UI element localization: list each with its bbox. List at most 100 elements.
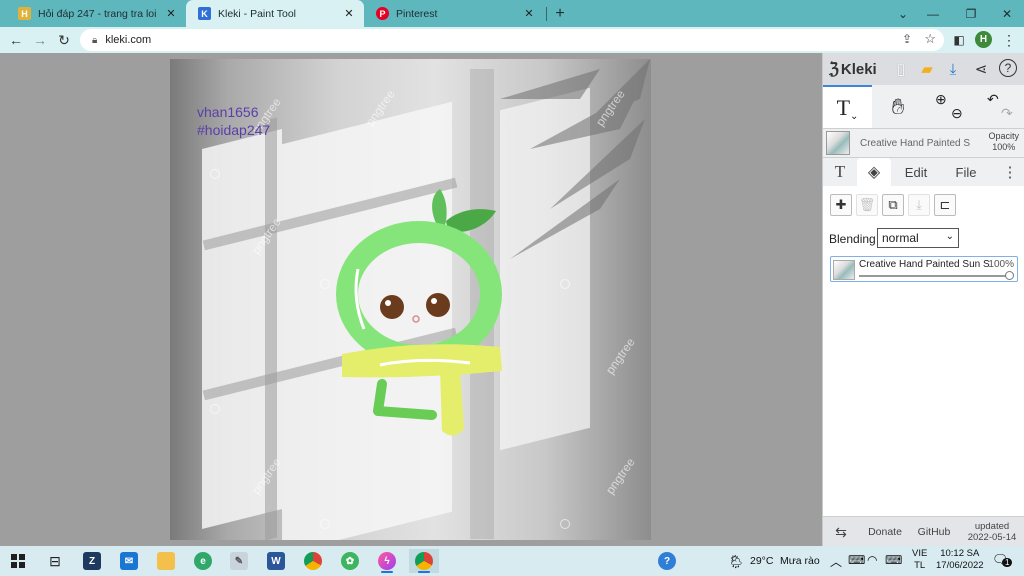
canvas-text-username: vhan1656	[197, 104, 259, 120]
watermark-mark	[210, 169, 220, 179]
layer-opacity-slider-handle[interactable]	[1005, 271, 1014, 280]
layer-item[interactable]: Creative Hand Painted Sun S 100%	[830, 256, 1018, 282]
github-link[interactable]: GitHub	[911, 517, 957, 547]
merge-layer-button[interactable]: ⤓	[908, 194, 930, 216]
drawing-canvas[interactable]: pngtree pngtree pngtree pngtree pngtree …	[170, 59, 651, 540]
duplicate-layer-button[interactable]: ⧉	[882, 194, 904, 216]
kleki-logo[interactable]: ℨ Kleki	[829, 59, 877, 79]
back-icon[interactable]: ←	[5, 30, 27, 50]
profile-avatar[interactable]: H	[975, 31, 992, 48]
chrome-app-icon[interactable]	[298, 549, 328, 573]
close-window-button[interactable]: ✕	[984, 0, 1024, 27]
chevron-up-icon[interactable]: ︿	[830, 553, 842, 570]
open-folder-icon[interactable]: ▰	[917, 59, 937, 79]
layer-name: Creative Hand Painted Sun S	[859, 259, 990, 270]
zoom-icons[interactable]: ⊕ ⊖	[927, 85, 973, 128]
history-icons[interactable]: ↶ ↷	[977, 85, 1023, 128]
language-bottom: TL	[914, 560, 926, 571]
undo-icon[interactable]: ↶	[987, 91, 999, 108]
side-panel-icon[interactable]: ◧	[948, 30, 970, 50]
clock-time: 10:12 SA	[940, 548, 980, 559]
reload-icon[interactable]: ↻	[53, 30, 75, 50]
share-icon[interactable]: ⋖	[971, 59, 991, 79]
new-image-icon[interactable]: ▯	[891, 59, 911, 79]
keyboard-icon[interactable]: ⌨	[885, 553, 902, 567]
kleki-footer: ⇆ Donate GitHub updated 2022-05-14	[823, 516, 1024, 546]
updated-label: updated	[974, 521, 1010, 532]
edge-app-icon[interactable]: e	[188, 549, 218, 573]
help-icon[interactable]: ?	[999, 59, 1017, 77]
bookmark-star-icon[interactable]: ☆	[924, 31, 936, 47]
palette-icon: ✎	[230, 552, 248, 570]
input-language[interactable]: VIE TL	[912, 548, 927, 572]
layer-thumbnail	[833, 260, 855, 280]
wifi-icon[interactable]: ◠	[867, 553, 877, 567]
tab-kleki[interactable]: K Kleki - Paint Tool ✕	[186, 0, 364, 27]
weather-icon[interactable]: 🌦︎	[728, 554, 745, 570]
chrome-icon	[304, 552, 322, 570]
tool-info-bar: Creative Hand Painted Sun Opacity 100%	[823, 128, 1024, 158]
canvas-workspace[interactable]: pngtree pngtree pngtree pngtree pngtree …	[0, 53, 822, 546]
kleki-side-panel: ℨ Kleki ▯ ▰ ⤓ ⋖ ? T ⌄ ✋︎ ⊕ ⊖ ↶ ↷ Creative…	[822, 53, 1024, 546]
close-icon[interactable]: ✕	[164, 7, 178, 20]
windows-logo-icon	[11, 554, 25, 568]
tab-layers-icon[interactable]: ◈	[857, 158, 891, 186]
watermark-mark	[320, 519, 330, 529]
help-tray-icon[interactable]: ?	[652, 549, 682, 573]
address-bar[interactable]: 🔒︎ kleki.com ⇪ ☆	[80, 29, 944, 51]
close-icon[interactable]: ✕	[342, 7, 356, 20]
clock[interactable]: 10:12 SA 17/06/2022	[936, 548, 984, 572]
download-icon[interactable]: ⤓	[943, 59, 963, 79]
tab-separator	[546, 7, 547, 21]
pngtree-watermark: pngtree	[602, 455, 638, 497]
word-app-icon[interactable]: W	[261, 549, 291, 573]
chevron-down-icon: ⌄	[945, 231, 954, 242]
tab-title: Kleki - Paint Tool	[218, 7, 297, 20]
zalo-app-icon[interactable]: Z	[77, 549, 107, 573]
menu-kebab-icon[interactable]: ⋮	[998, 30, 1020, 50]
blending-value: normal	[882, 231, 919, 245]
tab-text[interactable]: T	[825, 158, 855, 186]
text-tool-button[interactable]: T ⌄	[823, 85, 872, 128]
weather-description[interactable]: Mưa rào	[780, 555, 820, 567]
windows-start-icon[interactable]	[3, 549, 33, 573]
tab-file[interactable]: File	[945, 158, 987, 186]
network-icon[interactable]: ⌨	[848, 553, 865, 567]
hand-tool-icon[interactable]: ✋︎	[875, 85, 921, 128]
paint-app-icon[interactable]: ✎	[224, 549, 254, 573]
tab-edit[interactable]: Edit	[895, 158, 937, 186]
question-icon: ?	[658, 552, 676, 570]
panel-tabs: T ◈ Edit File ⋮	[823, 158, 1024, 186]
delete-layer-button[interactable]: 🗑︎	[856, 194, 878, 216]
chrome-profile-app-icon[interactable]	[409, 549, 439, 573]
more-options-icon[interactable]: ⋮	[1001, 158, 1019, 186]
messenger-app-icon[interactable]: ϟ	[372, 549, 402, 573]
tab-hoidap[interactable]: H Hỏi đáp 247 - trang tra loi ✕	[6, 0, 186, 27]
zoom-in-icon[interactable]: ⊕	[935, 91, 947, 108]
blending-select[interactable]: normal ⌄	[877, 228, 959, 248]
mail-app-icon[interactable]: ✉	[114, 549, 144, 573]
file-explorer-icon[interactable]	[151, 549, 181, 573]
edge-icon: e	[194, 552, 212, 570]
new-tab-button[interactable]: +	[548, 0, 572, 27]
folder-icon	[157, 552, 175, 570]
add-layer-button[interactable]: ✚	[830, 194, 852, 216]
layer-opacity-slider-track[interactable]	[859, 275, 1011, 277]
redo-icon[interactable]: ↷	[1001, 105, 1013, 122]
close-icon[interactable]: ✕	[522, 7, 536, 20]
swap-side-icon[interactable]: ⇆	[829, 517, 853, 547]
weather-temperature[interactable]: 29°C	[750, 555, 773, 567]
forward-icon[interactable]: →	[29, 30, 51, 50]
zoom-out-icon[interactable]: ⊖	[951, 105, 963, 122]
updated-date: 2022-05-14	[967, 532, 1017, 543]
tab-title: Hỏi đáp 247 - trang tra loi	[38, 7, 157, 20]
coccoc-app-icon[interactable]: ✿	[335, 549, 365, 573]
task-view-icon[interactable]: ⊟	[40, 549, 70, 573]
rename-layer-button[interactable]: ⊏	[934, 194, 956, 216]
share-icon[interactable]: ⇪	[902, 32, 912, 46]
tab-pinterest[interactable]: P Pinterest ✕	[364, 0, 544, 27]
donate-link[interactable]: Donate	[863, 517, 907, 547]
url-text[interactable]: kleki.com	[105, 34, 151, 46]
updated-info: updated 2022-05-14	[961, 517, 1023, 547]
kleki-header: ℨ Kleki ▯ ▰ ⤓ ⋖ ?	[823, 53, 1024, 85]
